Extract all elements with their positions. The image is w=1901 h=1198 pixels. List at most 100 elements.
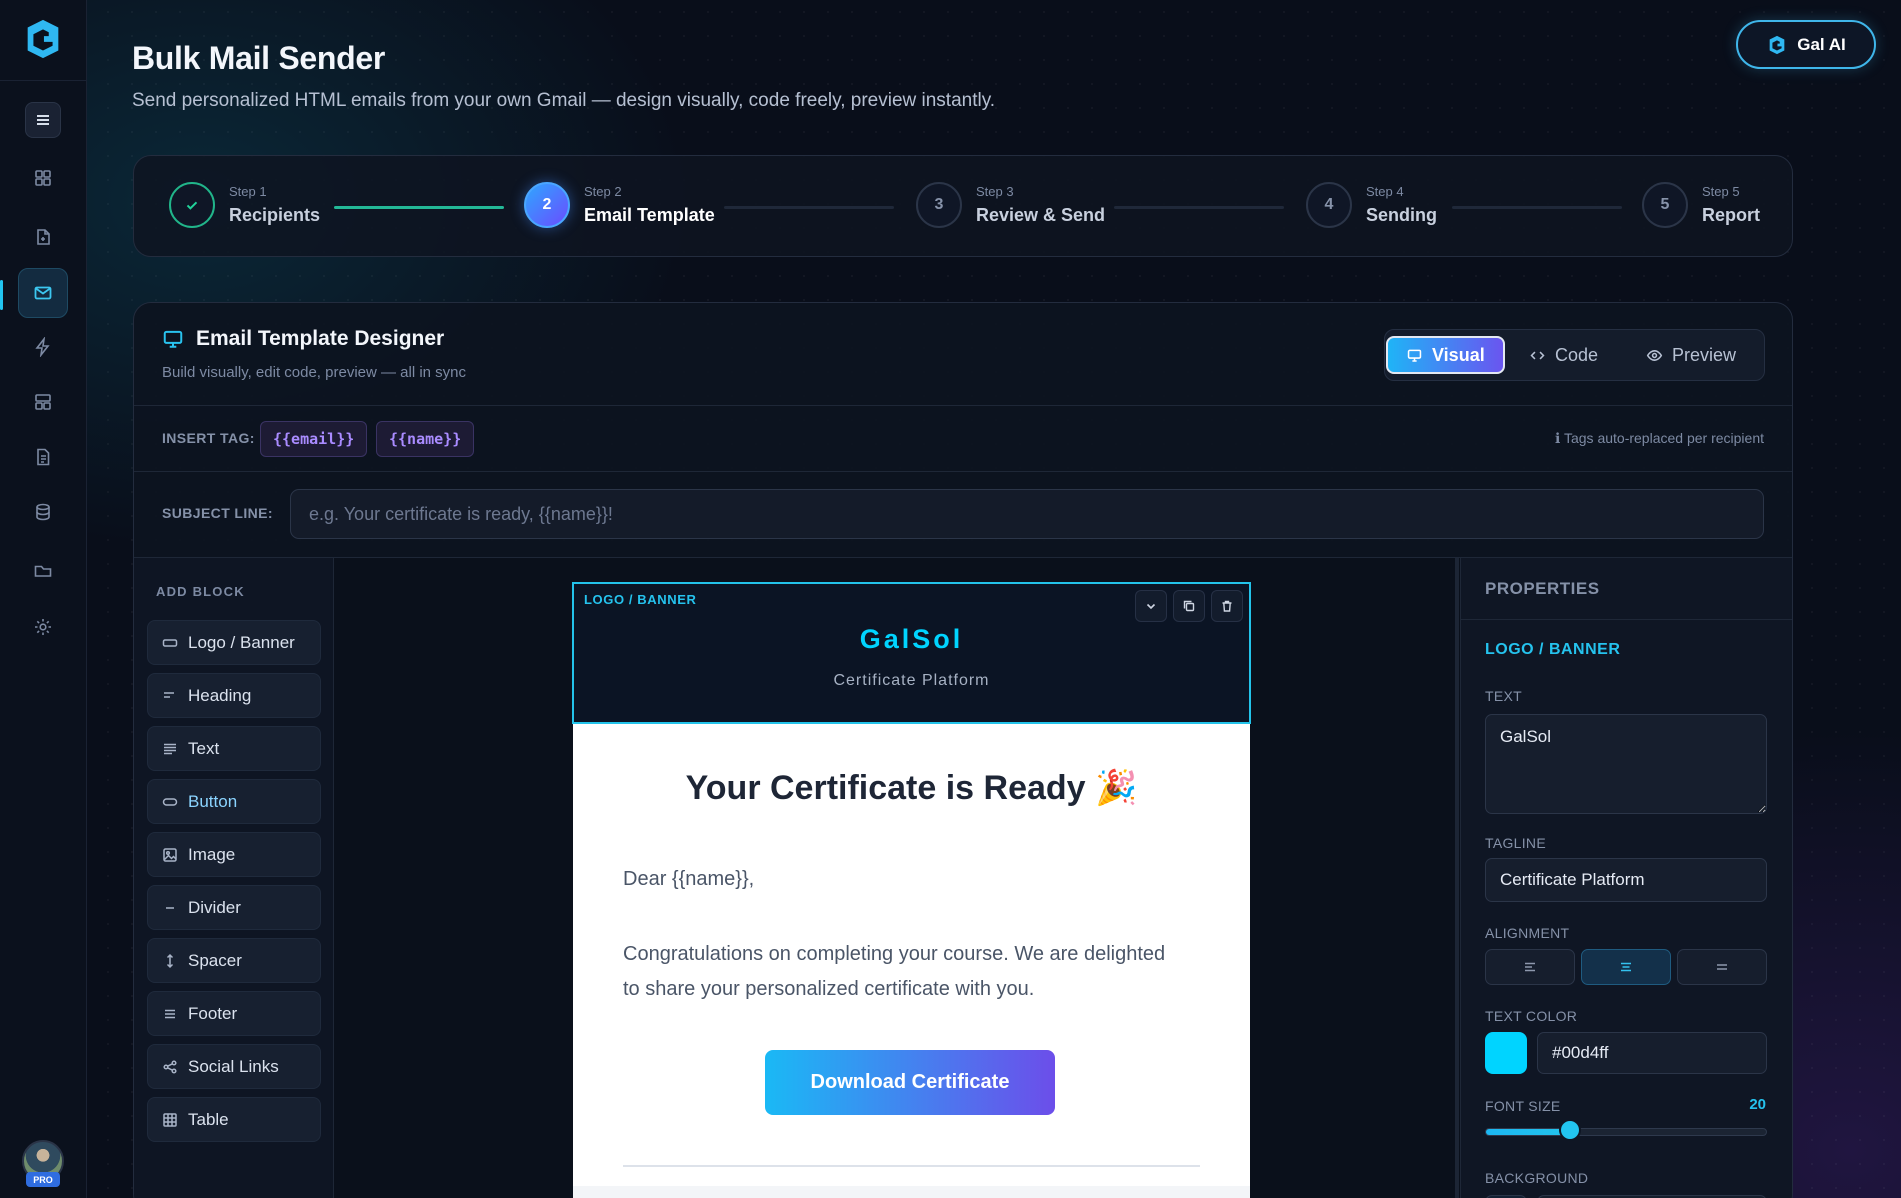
step-circle: 4 xyxy=(1306,182,1352,228)
font-size-slider[interactable] xyxy=(1485,1128,1767,1136)
step-name: Report xyxy=(1702,205,1760,226)
delete-icon[interactable] xyxy=(1211,590,1243,622)
mode-preview-button[interactable]: Preview xyxy=(1628,336,1754,374)
banner-brand-text: GalSol xyxy=(859,624,964,654)
mode-code-button[interactable]: Code xyxy=(1511,336,1616,374)
eye-icon xyxy=(1646,349,1663,361)
step-email-template[interactable]: 2 Step 2 Email Template xyxy=(524,182,715,228)
app-logo-icon[interactable] xyxy=(20,16,66,62)
step-connector xyxy=(1114,206,1284,209)
page-subtitle: Send personalized HTML emails from your … xyxy=(132,90,996,111)
monitor-icon xyxy=(1407,349,1422,362)
email-heading[interactable]: Your Certificate is Ready 🎉 xyxy=(573,768,1250,808)
file-text-icon[interactable] xyxy=(25,439,61,475)
gal-ai-label: Gal AI xyxy=(1797,34,1846,54)
wizard-stepper: Step 1 Recipients 2 Step 2 Email Templat… xyxy=(133,155,1793,257)
email-footer[interactable] xyxy=(573,1186,1250,1198)
font-size-slider-fill xyxy=(1486,1129,1571,1135)
settings-icon[interactable] xyxy=(25,609,61,645)
text-color-label: TEXT COLOR xyxy=(1485,1008,1578,1024)
background-label: BACKGROUND xyxy=(1485,1170,1589,1186)
sidebar-active-indicator xyxy=(0,280,3,310)
step-name: Review & Send xyxy=(976,205,1106,226)
subject-input[interactable] xyxy=(290,489,1764,539)
block-logo-banner[interactable]: Logo / Banner xyxy=(147,620,321,665)
move-down-icon[interactable] xyxy=(1135,590,1167,622)
download-certificate-button[interactable]: Download Certificate xyxy=(765,1050,1055,1115)
layout-icon[interactable] xyxy=(25,384,61,420)
share-icon xyxy=(163,1059,177,1074)
font-size-label: FONT SIZE xyxy=(1485,1098,1561,1114)
block-social-links[interactable]: Social Links xyxy=(147,1044,321,1089)
mode-visual-button[interactable]: Visual xyxy=(1386,336,1505,374)
spacer-icon xyxy=(166,953,174,968)
block-label: Footer xyxy=(188,1003,238,1023)
email-body-text[interactable]: Congratulations on completing your cours… xyxy=(623,937,1183,1007)
add-block-panel: ADD BLOCK Logo / Banner Heading Text But… xyxy=(134,558,334,1198)
step-report[interactable]: 5 Step 5 Report xyxy=(1642,182,1760,228)
block-toolbar xyxy=(1135,590,1243,622)
tag-info-note: ℹ Tags auto-replaced per recipient xyxy=(1555,430,1764,446)
tag-email-chip[interactable]: {{email}} xyxy=(260,421,368,457)
divider-icon xyxy=(166,906,174,909)
block-label: Image xyxy=(188,844,236,864)
mode-visual-label: Visual xyxy=(1432,344,1485,365)
align-left-button[interactable] xyxy=(1485,949,1575,985)
tag-name-chip[interactable]: {{name}} xyxy=(376,421,475,457)
scrollbar[interactable] xyxy=(1455,558,1459,1198)
database-icon[interactable] xyxy=(25,494,61,530)
design-canvas: LOGO / BANNER GalSol Certificate Platfor… xyxy=(334,558,1460,1198)
step-circle: 2 xyxy=(524,182,570,228)
bolt-icon[interactable] xyxy=(25,329,61,365)
block-table[interactable]: Table xyxy=(147,1097,321,1142)
email-divider[interactable] xyxy=(623,1165,1200,1167)
tagline-field[interactable] xyxy=(1485,858,1767,902)
align-center-button[interactable] xyxy=(1581,949,1671,985)
block-text[interactable]: Text xyxy=(147,726,321,771)
block-button[interactable]: Button xyxy=(147,779,321,824)
mode-preview-label: Preview xyxy=(1672,344,1737,365)
duplicate-icon[interactable] xyxy=(1173,590,1205,622)
step-name: Recipients xyxy=(229,205,321,226)
document-add-icon[interactable] xyxy=(25,219,61,255)
email-preview: LOGO / BANNER GalSol Certificate Platfor… xyxy=(572,582,1251,1198)
logo-banner-block[interactable]: LOGO / BANNER GalSol Certificate Platfor… xyxy=(572,582,1251,724)
email-greeting[interactable]: Dear {{name}}, xyxy=(623,868,754,891)
step-circle: 3 xyxy=(916,182,962,228)
table-icon xyxy=(163,1112,177,1127)
block-footer[interactable]: Footer xyxy=(147,991,321,1036)
align-left-icon xyxy=(1525,962,1535,972)
block-label: Table xyxy=(188,1109,229,1129)
properties-panel: PROPERTIES LOGO / BANNER TEXT GalSol TAG… xyxy=(1455,558,1792,1198)
gal-ai-button[interactable]: Gal AI xyxy=(1736,20,1876,69)
text-color-swatch[interactable] xyxy=(1485,1032,1527,1074)
text-icon xyxy=(164,743,176,754)
subject-label: SUBJECT LINE: xyxy=(162,505,273,521)
block-divider[interactable]: Divider xyxy=(147,885,321,930)
text-color-field[interactable] xyxy=(1537,1032,1767,1074)
align-center-icon xyxy=(1621,962,1631,972)
dashboard-icon[interactable] xyxy=(25,160,61,196)
check-icon xyxy=(169,182,215,228)
alignment-label: ALIGNMENT xyxy=(1485,925,1570,941)
step-recipients[interactable]: Step 1 Recipients xyxy=(169,182,320,228)
step-number-label: Step 1 xyxy=(229,183,267,199)
step-sending[interactable]: 4 Step 4 Sending xyxy=(1306,182,1437,228)
monitor-icon xyxy=(163,330,183,348)
step-number-label: Step 5 xyxy=(1702,183,1740,199)
banner-icon xyxy=(162,638,178,647)
banner-text-field[interactable]: GalSol xyxy=(1485,714,1767,814)
step-review-send[interactable]: 3 Step 3 Review & Send xyxy=(916,182,1105,228)
page-title: Bulk Mail Sender xyxy=(132,40,386,76)
pro-badge: PRO xyxy=(26,1172,60,1187)
folder-icon[interactable] xyxy=(25,553,61,589)
align-right-button[interactable] xyxy=(1677,949,1767,985)
mail-icon[interactable] xyxy=(18,268,68,318)
block-heading[interactable]: Heading xyxy=(147,673,321,718)
font-size-slider-handle[interactable] xyxy=(1558,1119,1581,1141)
add-block-label: ADD BLOCK xyxy=(156,584,245,599)
menu-icon[interactable] xyxy=(25,102,61,138)
block-image[interactable]: Image xyxy=(147,832,321,877)
block-spacer[interactable]: Spacer xyxy=(147,938,321,983)
footer-icon xyxy=(165,1009,175,1018)
